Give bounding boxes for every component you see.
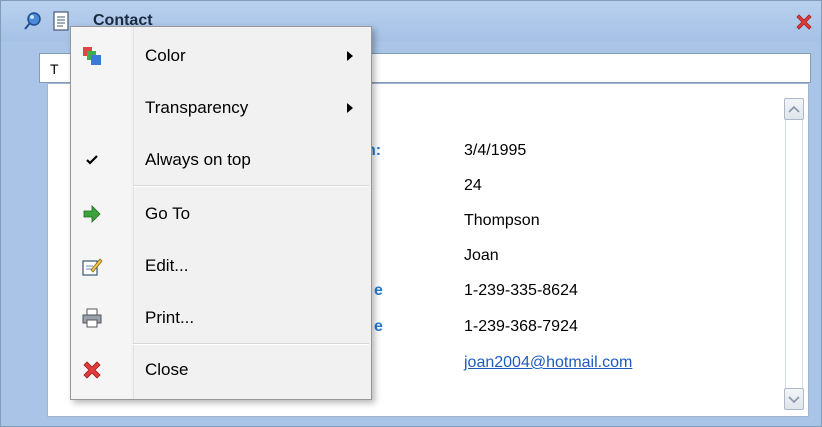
menu-item-go-to[interactable]: Go To <box>73 191 369 235</box>
tab-label[interactable]: T <box>50 61 59 77</box>
submenu-arrow-icon <box>347 103 353 113</box>
email-link[interactable]: joan2004@hotmail.com <box>464 354 632 372</box>
menu-item-edit[interactable]: Edit... <box>73 243 369 287</box>
menu-item-label: Color <box>145 46 186 65</box>
menu-item-print[interactable]: Print... <box>73 295 369 339</box>
field-value-last-name: Thompson <box>464 212 540 229</box>
checkmark-icon <box>86 155 98 165</box>
pin-icon[interactable] <box>23 11 43 31</box>
field-value-phone: 1-239-335-8624 <box>464 282 578 299</box>
close-icon <box>83 361 101 379</box>
scroll-up-button[interactable] <box>784 98 804 120</box>
menu-item-color[interactable]: Color <box>73 33 369 77</box>
edit-icon <box>82 258 103 276</box>
context-menu: Color Transparency Always on top Go To E… <box>70 26 372 400</box>
menu-separator <box>133 343 369 345</box>
field-value-first-name: Joan <box>464 247 499 264</box>
chevron-up-icon <box>788 105 800 113</box>
menu-item-label: Go To <box>145 204 191 223</box>
field-value-phone2: 1-239-368-7924 <box>464 318 578 335</box>
menu-item-label: Always on top <box>145 150 251 169</box>
menu-separator <box>133 185 369 187</box>
field-value-age: 24 <box>464 177 482 194</box>
menu-item-label: Edit... <box>145 256 189 275</box>
print-icon <box>82 308 102 328</box>
scroll-track[interactable] <box>785 120 803 388</box>
menu-item-label: Print... <box>145 308 195 327</box>
field-label-phone: e <box>374 282 383 299</box>
menu-item-label: Close <box>145 360 189 379</box>
color-icon <box>83 47 101 65</box>
chevron-down-icon <box>788 396 800 404</box>
scroll-down-button[interactable] <box>784 388 804 410</box>
menu-item-label: Transparency <box>145 98 249 117</box>
field-value-birthday: 3/4/1995 <box>464 142 527 159</box>
field-label-phone2: e <box>374 318 383 335</box>
menu-item-close[interactable]: Close <box>73 347 369 391</box>
menu-item-transparency[interactable]: Transparency <box>73 85 369 129</box>
submenu-arrow-icon <box>347 51 353 61</box>
vertical-scrollbar[interactable] <box>784 98 804 410</box>
arrow-right-icon <box>83 205 101 223</box>
menu-item-always-on-top[interactable]: Always on top <box>73 137 369 181</box>
note-icon[interactable] <box>53 11 69 31</box>
close-icon[interactable] <box>793 11 815 33</box>
